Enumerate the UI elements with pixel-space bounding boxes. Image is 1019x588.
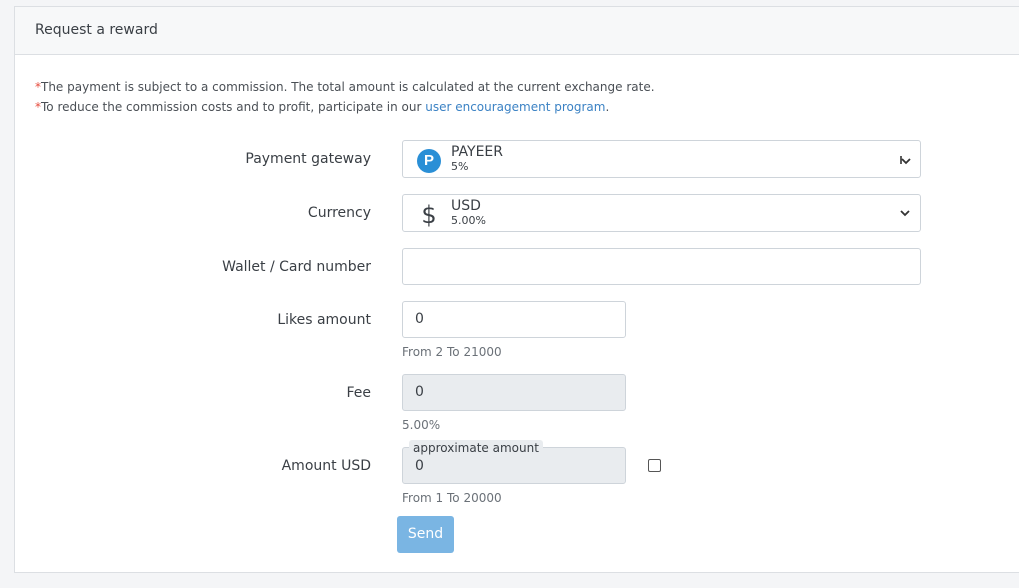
likes-amount-hint: From 2 To 21000 <box>402 345 502 359</box>
request-reward-card: Request a reward *The payment is subject… <box>14 6 1019 573</box>
note-commission: *The payment is subject to a commission.… <box>35 80 655 94</box>
payment-gateway-select[interactable]: P PAYEER 5% <box>402 140 921 178</box>
likes-amount-label: Likes amount <box>277 312 371 328</box>
currency-label: Currency <box>307 205 371 221</box>
payment-gateway-label: Payment gateway <box>245 151 371 167</box>
fee-label: Fee <box>346 385 371 401</box>
amount-checkbox[interactable] <box>648 459 661 472</box>
chevron-down-icon <box>900 210 910 217</box>
approximate-amount-badge: approximate amount <box>409 440 543 456</box>
dollar-icon: $ <box>421 201 437 229</box>
currency-select[interactable]: $ USD 5.00% <box>402 194 921 232</box>
wallet-label: Wallet / Card number <box>222 259 371 275</box>
user-encouragement-link[interactable]: user encouragement program <box>425 100 605 114</box>
send-button[interactable]: Send <box>397 516 454 553</box>
card-header: Request a reward <box>15 7 1019 55</box>
card-title: Request a reward <box>35 22 158 38</box>
currency-value: USD <box>451 198 481 214</box>
currency-fee: 5.00% <box>451 214 486 227</box>
chevron-down-icon <box>900 156 911 165</box>
fee-input: 0 <box>402 374 626 411</box>
wallet-input[interactable] <box>402 248 921 285</box>
payeer-logo-icon: P <box>417 149 441 173</box>
note-program: *To reduce the commission costs and to p… <box>35 100 610 114</box>
payment-gateway-value: PAYEER <box>451 144 504 160</box>
payment-gateway-fee: 5% <box>451 160 469 173</box>
notes: *The payment is subject to a commission.… <box>35 77 655 117</box>
amount-usd-hint: From 1 To 20000 <box>402 491 502 505</box>
likes-amount-input[interactable]: 0 <box>402 301 626 338</box>
amount-usd-label: Amount USD <box>281 458 371 474</box>
fee-hint: 5.00% <box>402 418 441 432</box>
